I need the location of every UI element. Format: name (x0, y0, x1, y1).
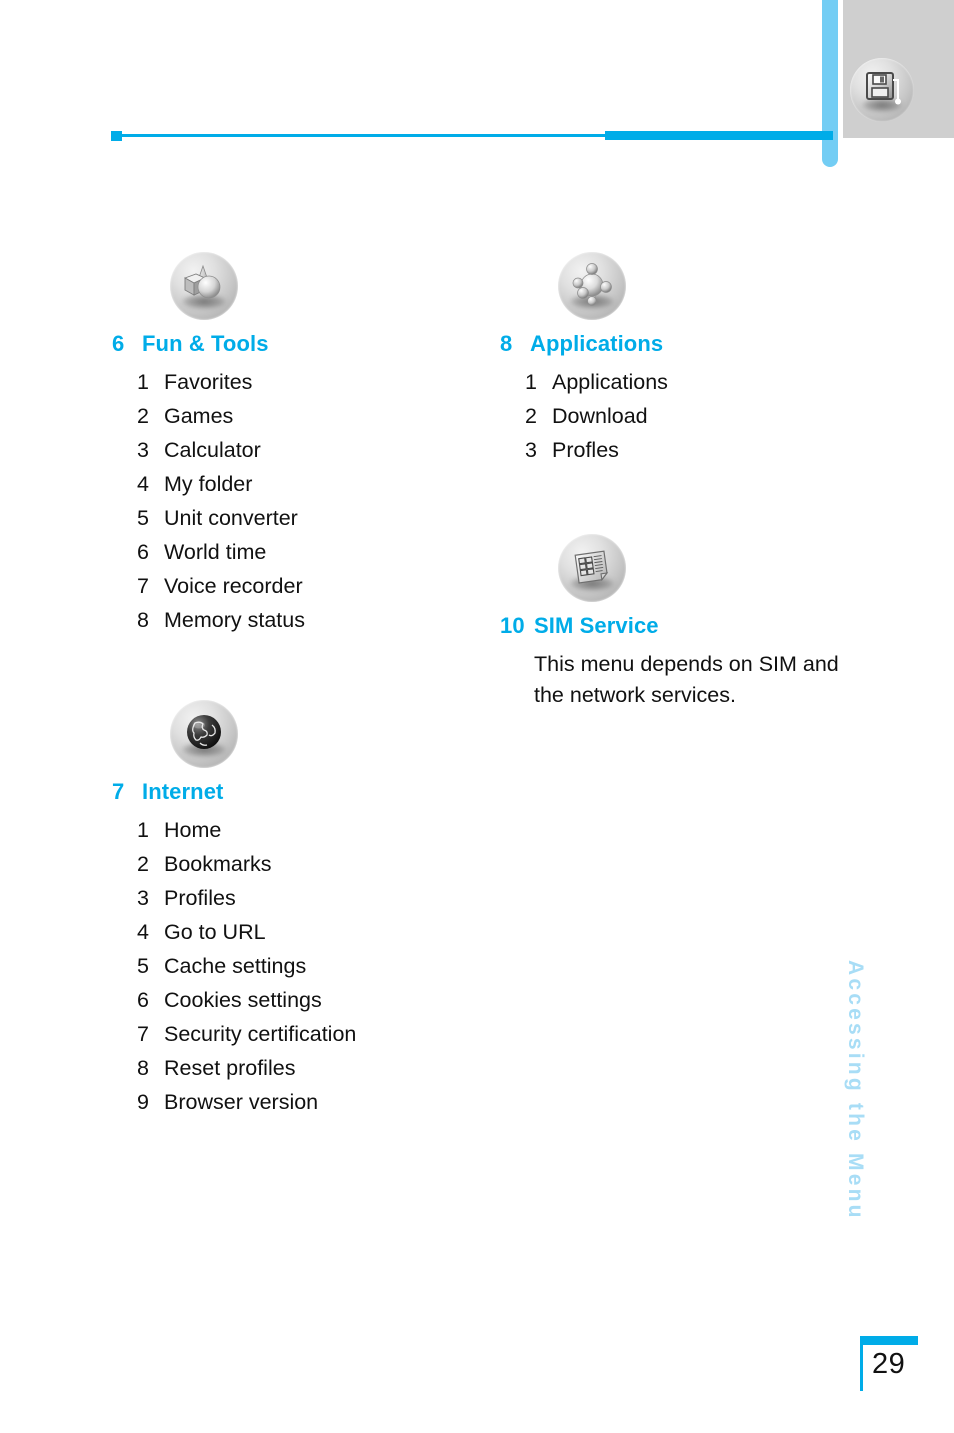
item-label: World time (164, 540, 267, 564)
item-label: Voice recorder (164, 574, 303, 598)
list-item[interactable]: 2 Download (500, 399, 668, 433)
list-item[interactable]: 2 Bookmarks (112, 847, 356, 881)
list-item[interactable]: 5 Unit converter (112, 501, 305, 535)
list-item[interactable]: 7 Voice recorder (112, 569, 305, 603)
side-chapter-tab-label: Accessing the Menu (844, 960, 867, 1221)
list-item[interactable]: 3 Profiles (112, 881, 356, 915)
list-item[interactable]: 4 Go to URL (112, 915, 356, 949)
item-label: Cookies settings (164, 988, 322, 1012)
list-item[interactable]: 9 Browser version (112, 1085, 356, 1119)
section-heading-internet: 7 Internet (112, 779, 356, 805)
item-number: 1 (137, 818, 149, 842)
item-label: Security certification (164, 1022, 357, 1046)
menu-list-internet: 1 Home 2 Bookmarks 3 Profiles 4 Go to URL 5C… (112, 813, 356, 1119)
item-number: 6 (137, 988, 149, 1012)
list-item[interactable]: 6 Cookies settings (112, 983, 356, 1017)
item-label: Profles (552, 438, 619, 462)
list-item[interactable]: 2 Games (112, 399, 305, 433)
list-item[interactable]: 8 Memory status (112, 603, 305, 637)
item-label: Profiles (164, 886, 236, 910)
sim-card-icon (558, 534, 626, 602)
item-number: 6 (137, 540, 149, 564)
list-item[interactable]: 6 World time (112, 535, 305, 569)
item-label: Applications (552, 370, 668, 394)
item-label: Favorites (164, 370, 253, 394)
item-number: 3 (137, 438, 149, 462)
list-item[interactable]: 1 Home (112, 813, 356, 847)
section-number: 6 (112, 331, 125, 356)
page-number-rule (860, 1345, 863, 1391)
section-title: SIM Service (534, 613, 659, 638)
globe-icon (170, 700, 238, 768)
item-label: Download (552, 404, 648, 428)
item-label: Memory status (164, 608, 305, 632)
item-label: Browser version (164, 1090, 319, 1114)
item-number: 8 (137, 608, 149, 632)
item-label: Calculator (164, 438, 261, 462)
item-number: 4 (137, 472, 149, 496)
item-number: 4 (137, 920, 149, 944)
item-number: 9 (137, 1090, 149, 1114)
list-item[interactable]: 1 Favorites (112, 365, 305, 399)
list-item[interactable]: 5 Cache settings (112, 949, 356, 983)
item-number: 3 (137, 886, 149, 910)
item-number: 1 (137, 370, 149, 394)
item-number: 1 (525, 370, 537, 394)
item-label: Reset profiles (164, 1056, 296, 1080)
item-number: 5 (137, 506, 149, 530)
list-item[interactable]: 1 Applications (500, 365, 668, 399)
item-number: 2 (525, 404, 537, 428)
header-rule-thick (605, 131, 833, 140)
section-number: 8 (500, 331, 513, 356)
section-heading-applications: 8 Applications (500, 331, 668, 357)
header-rule-thin (116, 134, 610, 137)
item-label: My folder (164, 472, 253, 496)
item-number: 8 (137, 1056, 149, 1080)
item-label: Unit converter (164, 506, 298, 530)
item-label: Cache settings (164, 954, 307, 978)
list-item[interactable]: 3 Profles (500, 433, 668, 467)
list-item[interactable]: 4 My folder (112, 467, 305, 501)
item-number: 7 (137, 574, 149, 598)
header-vertical-bar (822, 0, 838, 167)
3d-shapes-icon (170, 252, 238, 320)
menu-list-fun-and-tools: 1 Favorites 2 Games 3 Calculator 4 My folder… (112, 365, 305, 637)
section-number: 7 (112, 779, 125, 804)
item-number: 5 (137, 954, 149, 978)
section-internet: 7 Internet 1 Home 2 Bookmarks 3 Profiles 4G… (112, 700, 356, 1119)
section-applications: 8 Applications 1 Applications 2 Download 3… (500, 252, 668, 467)
list-item[interactable]: 8 Reset profiles (112, 1051, 356, 1085)
section-heading-fun-and-tools: 6 Fun & Tools (112, 331, 305, 357)
item-label: Home (164, 818, 222, 842)
item-label: Games (164, 404, 234, 428)
save-disk-icon (850, 58, 914, 122)
section-title: Fun & Tools (142, 331, 269, 356)
item-number: 3 (525, 438, 537, 462)
item-number: 2 (137, 852, 149, 876)
item-number: 7 (137, 1022, 149, 1046)
section-fun-and-tools: 6 Fun & Tools 1 Favorites 2 Games 3 Calcula… (112, 252, 305, 637)
list-item[interactable]: 3 Calculator (112, 433, 305, 467)
sim-service-note: This menu depends on SIM and the network… (534, 652, 839, 707)
page-number: 29 (872, 1348, 906, 1380)
side-chapter-tab: Accessing the Menu (843, 960, 883, 1320)
list-item[interactable]: 7 Security certification (112, 1017, 356, 1051)
item-label: Bookmarks (164, 852, 272, 876)
menu-list-applications: 1 Applications 2 Download 3 Profles (500, 365, 668, 467)
section-title: Internet (142, 779, 224, 804)
section-sim-service: 10 SIM Service This menu depends on SIM … (500, 534, 864, 711)
page-number-bar (860, 1336, 918, 1345)
item-label: Go to URL (164, 920, 266, 944)
section-heading-sim-service: 10 SIM Service (500, 613, 864, 639)
item-number: 2 (137, 404, 149, 428)
molecule-icon (558, 252, 626, 320)
section-title: Applications (530, 331, 664, 356)
section-number: 10 (500, 613, 525, 638)
